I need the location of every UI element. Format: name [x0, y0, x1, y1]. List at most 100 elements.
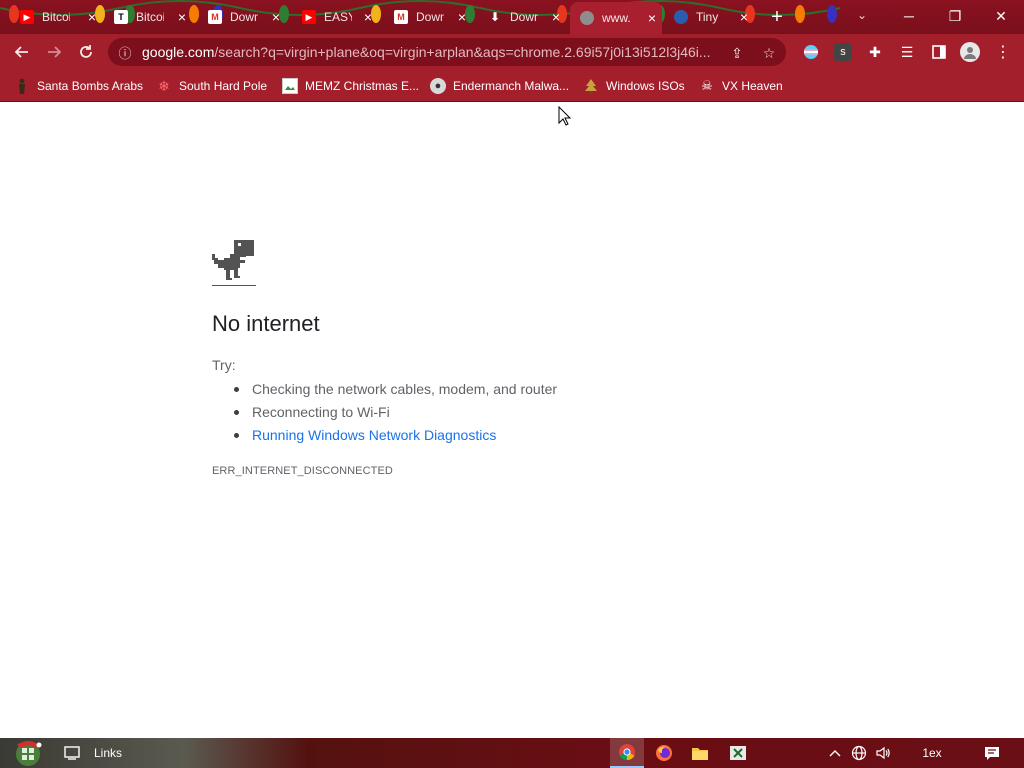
bookmark-item[interactable]: MEMZ Christmas E...	[282, 76, 419, 96]
info-icon[interactable]: ⓘ	[108, 43, 142, 62]
t-icon: T	[114, 10, 128, 24]
bookmark-item[interactable]: ❄ South Hard Pole	[156, 76, 267, 96]
bookmarks-bar: Santa Bombs Arabs ❄ South Hard Pole MEMZ…	[0, 70, 1024, 102]
chevron-up-icon	[829, 750, 841, 757]
tab[interactable]: T Bitcoi ×	[104, 4, 192, 30]
clock-area[interactable]: 1ex	[912, 738, 952, 768]
forward-button[interactable]	[42, 41, 66, 63]
task-view-icon	[64, 746, 80, 760]
minimize-button[interactable]: ─	[886, 0, 932, 32]
close-icon[interactable]: ×	[364, 9, 372, 25]
dinosaur-icon	[212, 240, 256, 286]
chrome-taskbar-button[interactable]	[610, 738, 644, 768]
bookmark-label: Endermanch Malwa...	[453, 79, 570, 93]
reload-button[interactable]	[74, 41, 98, 63]
tab-active[interactable]: www. ×	[570, 2, 662, 34]
tab[interactable]: ▶ EASY ×	[292, 4, 378, 30]
globe-icon	[580, 11, 594, 25]
action-center-button[interactable]	[978, 738, 1006, 768]
tree-icon	[583, 78, 599, 94]
tab-title: Bitcoi	[42, 10, 70, 24]
suggestion-item: Reconnecting to Wi-Fi	[232, 402, 557, 425]
tab-search-button[interactable]: ⌄	[852, 8, 872, 26]
clock-text: 1ex	[922, 746, 942, 760]
youtube-icon: ▶	[20, 10, 34, 24]
firefox-taskbar-button[interactable]	[648, 738, 680, 768]
page-content: No internet Try: Checking the network ca…	[0, 103, 1024, 738]
url-text[interactable]: google.com/search?q=virgin+plane&oq=virg…	[142, 44, 722, 60]
tab-strip: ▶ Bitcoi × T Bitcoi × M Down × ▶ EASY × …	[0, 0, 1024, 34]
task-view-button[interactable]	[58, 738, 86, 768]
arrow-left-icon	[14, 46, 28, 58]
restore-button[interactable]: ❐	[932, 0, 978, 32]
profile-avatar-icon[interactable]	[960, 42, 980, 62]
globe-network-icon	[851, 745, 867, 761]
skull-icon: ☠	[701, 78, 713, 93]
speaker-icon	[876, 746, 890, 760]
windows-start-icon	[16, 741, 42, 766]
bookmark-item[interactable]: ● Endermanch Malwa...	[430, 76, 569, 96]
close-window-button[interactable]: ✕	[978, 0, 1024, 32]
bookmark-item[interactable]: Windows ISOs	[583, 76, 685, 96]
tab-title: Down	[510, 10, 538, 24]
media-control-icon[interactable]: ☰	[898, 43, 916, 61]
bookmark-label: Windows ISOs	[606, 79, 685, 93]
try-label: Try:	[212, 357, 236, 373]
menu-dots-icon[interactable]: ⋮	[994, 43, 1012, 61]
network-button[interactable]	[848, 738, 870, 768]
network-diagnostics-link[interactable]: Running Windows Network Diagnostics	[232, 425, 557, 448]
tab-title: www.	[602, 11, 630, 25]
share-icon[interactable]: ⇪	[728, 44, 746, 62]
download-icon: ⬇	[489, 10, 501, 24]
links-toolbar[interactable]: Links	[88, 738, 128, 768]
tab-title: EASY	[324, 10, 352, 24]
back-button[interactable]	[10, 41, 34, 63]
raccoon-icon: ●	[430, 78, 446, 94]
bookmark-item[interactable]: ☠ VX Heaven	[699, 76, 783, 96]
suggestion-list: Checking the network cables, modem, and …	[232, 379, 557, 448]
arrow-right-icon	[48, 46, 62, 58]
excel-taskbar-button[interactable]	[722, 738, 754, 768]
gmail-icon: M	[208, 10, 222, 24]
show-hidden-icons-button[interactable]	[826, 738, 844, 768]
snowflake-icon: ❄	[158, 77, 170, 94]
suggestion-item: Checking the network cables, modem, and …	[232, 379, 557, 402]
tab[interactable]: M Down ×	[384, 4, 472, 30]
close-icon[interactable]: ×	[178, 9, 186, 25]
taskbar: Links 1ex	[0, 738, 1024, 768]
gmail-icon: M	[394, 10, 408, 24]
tab[interactable]: ▶ Bitcoi ×	[10, 4, 102, 30]
close-icon[interactable]: ×	[88, 9, 96, 25]
side-panel-icon[interactable]	[930, 43, 948, 61]
toolbar: ⓘ google.com/search?q=virgin+plane&oq=vi…	[0, 34, 1024, 70]
close-icon[interactable]: ×	[458, 9, 466, 25]
bookmark-item[interactable]: Santa Bombs Arabs	[14, 76, 143, 96]
close-icon[interactable]: ×	[552, 9, 560, 25]
tab-title: Bitcoi	[136, 10, 164, 24]
extension-s-icon[interactable]: s	[834, 43, 852, 61]
address-bar[interactable]: ⓘ google.com/search?q=virgin+plane&oq=vi…	[108, 38, 786, 66]
puzzle-icon[interactable]: ✚	[866, 43, 884, 61]
youtube-icon: ▶	[302, 10, 316, 24]
error-code: ERR_INTERNET_DISCONNECTED	[212, 465, 393, 477]
file-explorer-taskbar-button[interactable]	[684, 738, 716, 768]
new-tab-button[interactable]: +	[766, 6, 788, 28]
bookmark-star-icon[interactable]: ☆	[760, 44, 778, 62]
mouse-cursor-icon	[558, 106, 572, 126]
bookmark-label: South Hard Pole	[179, 79, 268, 93]
bookmark-label: Santa Bombs Arabs	[37, 79, 144, 93]
close-icon[interactable]: ×	[648, 10, 656, 26]
url-host: google.com	[142, 44, 215, 60]
extension-flag-icon[interactable]	[802, 43, 820, 61]
close-icon[interactable]: ×	[272, 9, 280, 25]
close-icon[interactable]: ×	[740, 9, 748, 25]
tab-title: Tiny	[696, 10, 719, 24]
notification-icon	[985, 747, 999, 760]
start-button[interactable]	[8, 738, 48, 768]
firefox-icon	[656, 745, 672, 761]
tab[interactable]: M Down ×	[198, 4, 286, 30]
links-label: Links	[93, 746, 122, 760]
volume-button[interactable]	[872, 738, 894, 768]
tab[interactable]: Tiny ×	[664, 4, 754, 30]
tab[interactable]: ⬇ Down ×	[478, 4, 566, 30]
